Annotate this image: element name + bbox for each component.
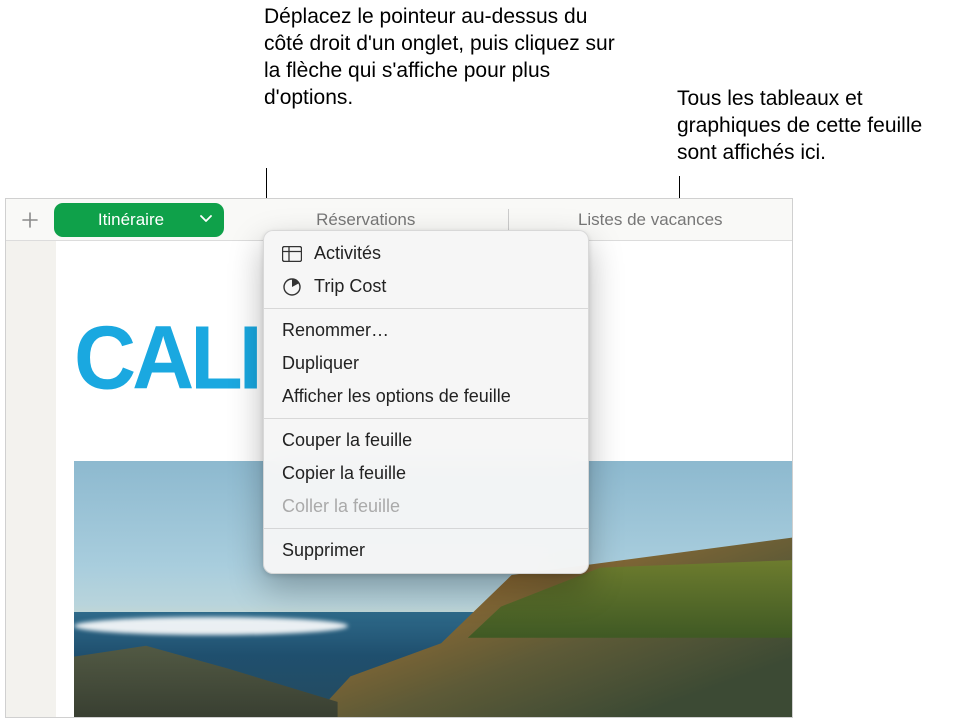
menu-label: Supprimer: [282, 540, 570, 561]
menu-item-paste: Coller la feuille: [264, 490, 588, 523]
menu-label: Renommer…: [282, 320, 570, 341]
tab-label: Listes de vacances: [578, 210, 723, 230]
menu-label: Coller la feuille: [282, 496, 570, 517]
tab-itineraire[interactable]: Itinéraire: [54, 203, 224, 237]
menu-separator: [264, 418, 588, 419]
menu-item-delete[interactable]: Supprimer: [264, 534, 588, 567]
menu-separator: [264, 308, 588, 309]
menu-label: Activités: [314, 243, 570, 264]
menu-item-show-options[interactable]: Afficher les options de feuille: [264, 380, 588, 413]
menu-item-cut[interactable]: Couper la feuille: [264, 424, 588, 457]
plus-icon: [21, 211, 39, 229]
menu-item-copy[interactable]: Copier la feuille: [264, 457, 588, 490]
pie-chart-icon: [282, 277, 302, 297]
chevron-down-icon[interactable]: [200, 209, 212, 229]
menu-item-duplicate[interactable]: Dupliquer: [264, 347, 588, 380]
callout-left: Déplacez le pointeur au-dessus du côté d…: [264, 4, 624, 112]
add-sheet-button[interactable]: [6, 199, 54, 241]
menu-item-rename[interactable]: Renommer…: [264, 314, 588, 347]
menu-label: Copier la feuille: [282, 463, 570, 484]
menu-label: Couper la feuille: [282, 430, 570, 451]
callout-right: Tous les tableaux et graphiques de cette…: [677, 86, 957, 167]
table-icon: [282, 244, 302, 264]
menu-label: Trip Cost: [314, 276, 570, 297]
menu-item-tripcost[interactable]: Trip Cost: [264, 270, 588, 303]
document-title: CALI: [74, 307, 259, 411]
tab-context-menu: Activités Trip Cost Renommer… Dupliquer …: [263, 230, 589, 574]
menu-label: Afficher les options de feuille: [282, 386, 570, 407]
tab-label: Itinéraire: [98, 210, 164, 230]
menu-item-activites[interactable]: Activités: [264, 237, 588, 270]
menu-separator: [264, 528, 588, 529]
tab-label: Réservations: [316, 210, 415, 230]
menu-label: Dupliquer: [282, 353, 570, 374]
